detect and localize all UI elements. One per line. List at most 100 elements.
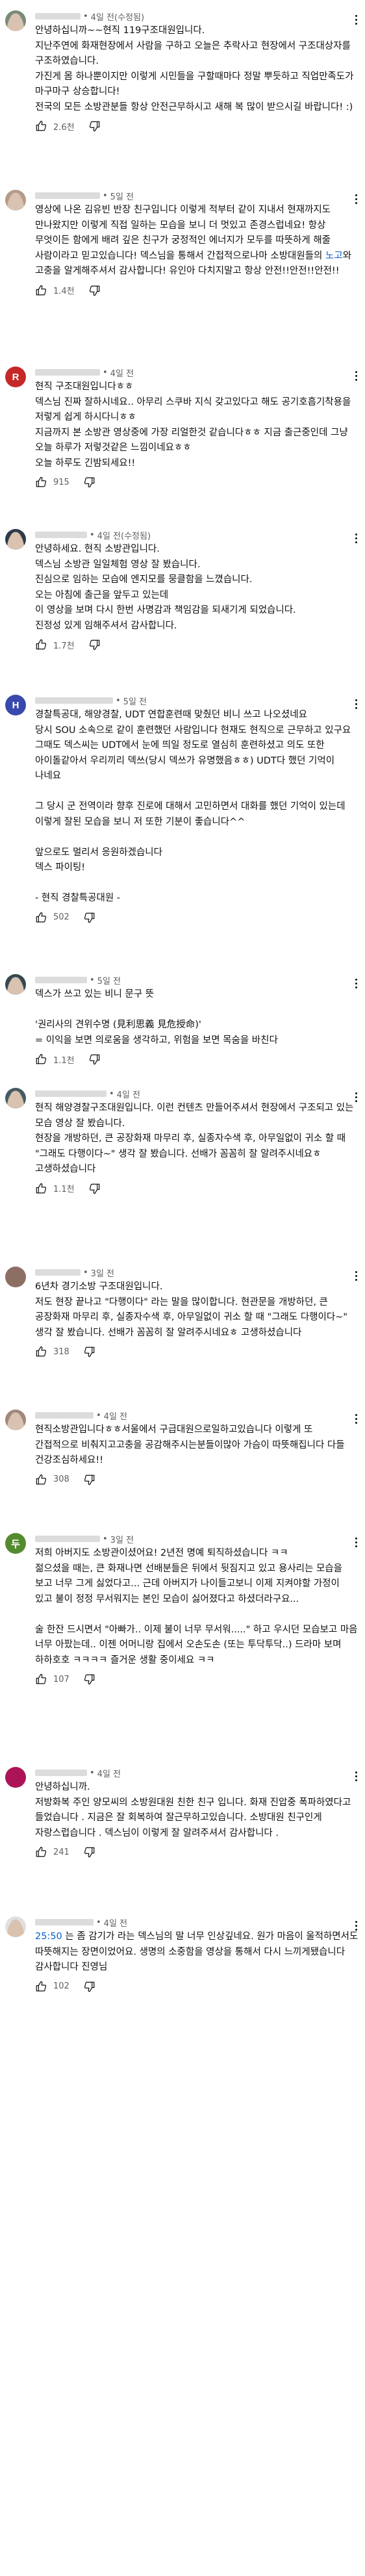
thumbs-down-icon[interactable] xyxy=(84,1474,95,1486)
comment-text: 6년차 경기소방 구조대원입니다. 저도 현장 끝나고 "다행이다" 라는 말을… xyxy=(35,1280,359,1341)
thumbs-up-icon[interactable] xyxy=(35,1346,47,1358)
thumbs-up-icon[interactable] xyxy=(35,1183,47,1194)
comment-meta: • 4일 전 xyxy=(35,1087,359,1101)
thumbs-up-icon[interactable] xyxy=(35,1673,47,1685)
avatar[interactable] xyxy=(5,529,26,550)
thumbs-up-icon[interactable] xyxy=(35,1846,47,1858)
comment-timestamp[interactable]: 5일 전 xyxy=(97,974,121,986)
username-redacted[interactable] xyxy=(35,192,100,199)
more-options-icon[interactable] xyxy=(349,1268,362,1283)
thumbs-up-icon[interactable] xyxy=(35,912,47,923)
comment-timestamp[interactable]: 4일 전(수정됨) xyxy=(91,10,144,23)
comment-body: • 3일 전 저희 아버지도 소방관이셨어요! 2년전 명예 퇴직하셨습니다 ㅋㅋ … xyxy=(35,1532,359,1690)
comment-text-part: 영상에 나온 김유빈 반장 친구입니다 이렇게 적부터 같이 지내서 현재까지도… xyxy=(35,205,334,261)
comment-thread: • 5일 전영상에 나온 김유빈 반장 친구입니다 이렇게 적부터 같이 지내서 … xyxy=(0,188,365,302)
thumbs-down-icon[interactable] xyxy=(89,120,101,132)
username-redacted[interactable] xyxy=(35,369,100,376)
more-options-icon[interactable] xyxy=(349,191,362,207)
comment-timestamp[interactable]: 4일 전 xyxy=(110,367,134,379)
comment-text-body: 경찰특공대, 해양경찰, UDT 연합훈련때 맞췄던 비니 쓰고 나오셨네요 당… xyxy=(35,710,351,903)
comment-body: • 4일 전 안녕하십니까. 저방화복 주인 양모씨의 소방원대원 친한 친구 입니… xyxy=(35,1766,359,1863)
comment-thread: • 4일 전(수정됨) 안녕하세요. 현직 소방관입니다. 덱스님 소방관 일일체험… xyxy=(0,528,365,656)
comment-body: • 5일 전영상에 나온 김유빈 반장 친구입니다 이렇게 적부터 같이 지내서 … xyxy=(35,188,359,302)
like-count: 318 xyxy=(53,1346,69,1357)
more-options-icon[interactable] xyxy=(349,1089,362,1105)
separator-dot: • xyxy=(103,190,108,201)
username-redacted[interactable] xyxy=(35,1770,87,1776)
thumbs-down-icon[interactable] xyxy=(84,1346,95,1358)
username-redacted[interactable] xyxy=(35,1412,94,1419)
avatar[interactable]: H xyxy=(5,695,26,715)
comment-timestamp[interactable]: 4일 전 xyxy=(117,1088,140,1100)
avatar[interactable]: R xyxy=(5,367,26,387)
avatar[interactable]: 두 xyxy=(5,1533,26,1554)
username-redacted[interactable] xyxy=(35,1269,81,1276)
more-options-icon[interactable] xyxy=(349,1534,362,1550)
comment-text-body: 현직소방관입니다ㅎㅎ서울에서 구급대원으로일하고있습니다 이렇게 또 간접적으로… xyxy=(35,1424,348,1465)
comment-actions: 2.6천 xyxy=(35,115,359,137)
like-count: 502 xyxy=(53,912,69,922)
thumbs-down-icon[interactable] xyxy=(89,1183,101,1194)
comment-thread: H • 5일 전경찰특공대, 해양경찰, UDT 연합훈련때 맞췄던 비니 쓰고 나… xyxy=(0,693,365,929)
comment-text: 안녕하십니까. 저방화복 주인 양모씨의 소방원대원 친한 친구 입니다. 화재… xyxy=(35,1780,359,1841)
thumbs-up-icon[interactable] xyxy=(35,1474,47,1486)
username-redacted[interactable] xyxy=(35,13,81,19)
thumbs-down-icon[interactable] xyxy=(84,476,95,488)
more-options-icon[interactable] xyxy=(349,1411,362,1426)
video-timestamp-link[interactable]: 25:50 xyxy=(35,1931,62,1942)
comment-timestamp[interactable]: 4일 전(수정됨) xyxy=(97,529,151,541)
more-options-icon[interactable] xyxy=(349,530,362,546)
thumbs-up-icon[interactable] xyxy=(35,285,47,296)
username-redacted[interactable] xyxy=(35,1536,100,1542)
avatar[interactable] xyxy=(5,1088,26,1109)
comment-timestamp[interactable]: 4일 전 xyxy=(104,1916,127,1929)
more-options-icon[interactable] xyxy=(349,696,362,712)
thumbs-down-icon[interactable] xyxy=(89,285,101,296)
avatar[interactable] xyxy=(5,1916,26,1937)
comment-timestamp[interactable]: 5일 전 xyxy=(110,190,134,202)
avatar[interactable] xyxy=(5,974,26,995)
thumbs-up-icon[interactable] xyxy=(35,639,47,650)
comment-meta: • 4일 전 xyxy=(35,1408,359,1423)
thumbs-down-icon[interactable] xyxy=(84,1981,95,1992)
more-options-icon[interactable] xyxy=(349,1768,362,1784)
thumbs-down-icon[interactable] xyxy=(84,912,95,923)
comment-text-body: 현직 해양경찰구조대원입니다. 이런 컨텐츠 만들어주셔서 현장에서 구조되고 … xyxy=(35,1103,354,1174)
comment-meta: • 5일 전 xyxy=(35,693,359,708)
thumbs-down-icon[interactable] xyxy=(84,1846,95,1858)
avatar[interactable] xyxy=(5,10,26,31)
username-redacted[interactable] xyxy=(35,1919,94,1926)
thumbs-up-icon[interactable] xyxy=(35,120,47,132)
comment-text: 안녕하세요. 현직 소방관입니다. 덱스님 소방관 일일체험 영상 잘 봤습니다… xyxy=(35,542,359,634)
comment-thread: • 4일 전 25:50 는 좀 감기가 라는 덱스님의 말 너무 인상깊네요. 원… xyxy=(0,1915,365,1998)
more-options-icon[interactable] xyxy=(349,12,362,27)
thumbs-up-icon[interactable] xyxy=(35,1053,47,1065)
comment-timestamp[interactable]: 4일 전 xyxy=(104,1410,127,1422)
comment-timestamp[interactable]: 3일 전 xyxy=(110,1533,134,1545)
username-redacted[interactable] xyxy=(35,697,113,704)
avatar[interactable] xyxy=(5,1767,26,1788)
avatar[interactable] xyxy=(5,190,26,211)
thumbs-down-icon[interactable] xyxy=(89,639,101,650)
comment-body: • 4일 전(수정됨) 안녕하세요. 현직 소방관입니다. 덱스님 소방관 일일체험… xyxy=(35,528,359,656)
thumbs-down-icon[interactable] xyxy=(84,1673,95,1685)
comment-timestamp[interactable]: 5일 전 xyxy=(123,695,147,707)
more-options-icon[interactable] xyxy=(349,368,362,383)
thumbs-up-icon[interactable] xyxy=(35,476,47,488)
thumbs-up-icon[interactable] xyxy=(35,1981,47,1992)
comment-feed: • 4일 전(수정됨) 안녕하십니까~~현직 119구조대원입니다. 지난주연에 화… xyxy=(0,0,365,2576)
comment-timestamp[interactable]: 3일 전 xyxy=(91,1267,114,1279)
comment-timestamp[interactable]: 4일 전 xyxy=(97,1767,121,1779)
hashtag-link[interactable]: 노고 xyxy=(325,251,343,261)
thumbs-down-icon[interactable] xyxy=(89,1053,101,1065)
comment-actions: 915 xyxy=(35,471,359,493)
avatar[interactable] xyxy=(5,1267,26,1287)
username-redacted[interactable] xyxy=(35,1090,107,1097)
comment-body: • 5일 전 덱스가 쓰고 있는 비니 문구 뜻 '권리사의 견위수명 (見利思義 … xyxy=(35,973,359,1070)
avatar[interactable] xyxy=(5,1410,26,1430)
more-options-icon[interactable] xyxy=(349,975,362,991)
comment-actions: 502 xyxy=(35,907,359,929)
more-options-icon[interactable] xyxy=(349,1918,362,1933)
username-redacted[interactable] xyxy=(35,532,87,538)
username-redacted[interactable] xyxy=(35,977,87,983)
